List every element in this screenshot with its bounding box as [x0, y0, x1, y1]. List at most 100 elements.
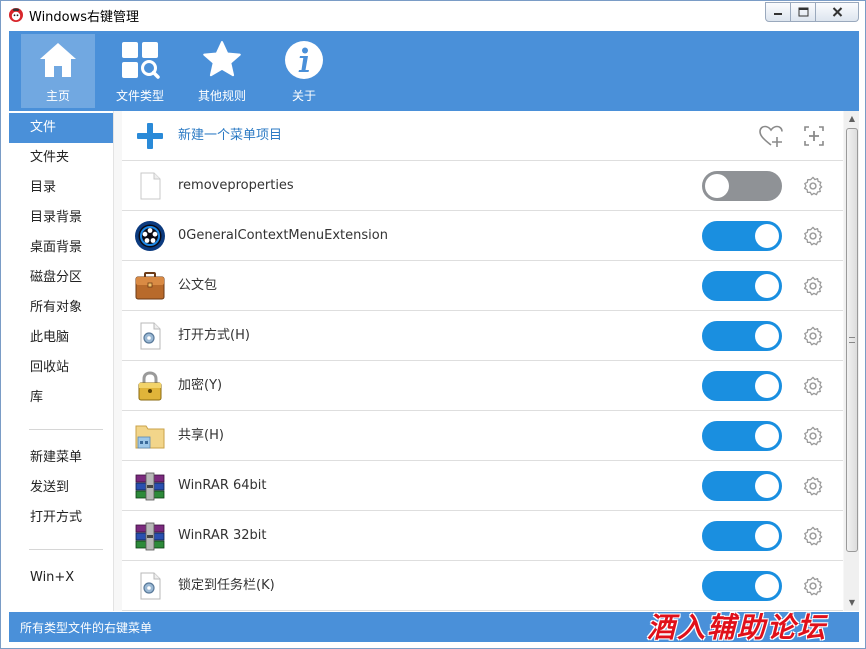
toggle-knob [755, 574, 779, 598]
gear-icon[interactable] [802, 325, 824, 347]
sidebar-item-desktop-background[interactable]: 桌面背景 [9, 233, 113, 263]
gear-icon[interactable] [802, 175, 824, 197]
enable-toggle[interactable] [702, 371, 782, 401]
menu-item-label: 0GeneralContextMenuExtension [178, 228, 388, 243]
enable-toggle[interactable] [702, 221, 782, 251]
sidebar-item-this-pc[interactable]: 此电脑 [9, 323, 113, 353]
scroll-up-arrow-icon[interactable]: ▲ [844, 111, 859, 127]
menu-item-list: 新建一个菜单项目 removeproperties 0GeneralContex… [113, 111, 859, 611]
sidebar-item-folder[interactable]: 文件夹 [9, 143, 113, 173]
enable-toggle[interactable] [702, 521, 782, 551]
settings-file-icon [140, 572, 161, 600]
media-player-icon [135, 221, 165, 251]
menu-item-row: removeproperties [122, 161, 843, 211]
menu-item-label: 加密(Y) [178, 378, 223, 393]
sidebar-item-drive[interactable]: 磁盘分区 [9, 263, 113, 293]
maximize-button[interactable] [791, 2, 816, 22]
minimize-button[interactable] [765, 2, 791, 22]
menu-item-row: 加密(Y) [122, 361, 843, 411]
scrollbar-grip-icon [849, 337, 855, 343]
menu-item-row: 锁定到任务栏(K) [122, 561, 843, 611]
sidebar-item-library[interactable]: 库 [9, 383, 113, 413]
sidebar: 文件 文件夹 目录 目录背景 桌面背景 磁盘分区 所有对象 此电脑 回收站 库 … [9, 111, 113, 611]
enable-toggle[interactable] [702, 271, 782, 301]
sidebar-item-open-with[interactable]: 打开方式 [9, 503, 113, 533]
app-logo-icon [9, 8, 23, 22]
toggle-knob [755, 424, 779, 448]
app-window: Windows右键管理 主页 文件类型 其他规则 关于 文件 文件夹 目录 目录… [0, 0, 866, 649]
enable-toggle[interactable] [702, 171, 782, 201]
toggle-knob [755, 274, 779, 298]
toggle-knob [705, 174, 729, 198]
toolbar-home-button[interactable]: 主页 [21, 34, 95, 108]
sidebar-divider [29, 429, 103, 430]
menu-item-row: 公文包 [122, 261, 843, 311]
menu-item-label: 锁定到任务栏(K) [178, 578, 275, 593]
add-item-icon[interactable] [802, 124, 826, 148]
menu-item-row: WinRAR 64bit [122, 461, 843, 511]
gear-icon[interactable] [802, 275, 824, 297]
toggle-knob [755, 224, 779, 248]
menu-item-row: 0GeneralContextMenuExtension [122, 211, 843, 261]
new-item-label: 新建一个菜单项目 [178, 128, 283, 143]
title-bar[interactable]: Windows右键管理 [1, 1, 865, 30]
winrar-icon [135, 472, 165, 501]
toolbar-rules-label: 其他规则 [197, 89, 246, 103]
padlock-icon [138, 371, 162, 401]
star-icon [203, 41, 241, 77]
forum-watermark: 酒入辅助论坛 [647, 611, 828, 644]
menu-item-label: 打开方式(H) [178, 328, 250, 343]
sidebar-item-directory-background[interactable]: 目录背景 [9, 203, 113, 233]
sidebar-item-recycle-bin[interactable]: 回收站 [9, 353, 113, 383]
toggle-knob [755, 524, 779, 548]
toggle-knob [755, 374, 779, 398]
main-toolbar: 主页 文件类型 其他规则 关于 [9, 31, 859, 111]
toolbar-filetypes-label: 文件类型 [115, 89, 164, 103]
close-icon [832, 7, 842, 17]
toolbar-filetypes-button[interactable]: 文件类型 [103, 34, 177, 108]
toolbar-about-label: 关于 [291, 89, 316, 103]
briefcase-icon [135, 272, 165, 300]
gear-icon[interactable] [802, 225, 824, 247]
sidebar-item-file[interactable]: 文件 [9, 113, 113, 143]
sidebar-item-send-to[interactable]: 发送到 [9, 473, 113, 503]
blank-file-icon [140, 172, 161, 200]
gear-icon[interactable] [802, 575, 824, 597]
toolbar-about-button[interactable]: 关于 [267, 34, 341, 108]
sidebar-item-winx[interactable]: Win+X [9, 563, 113, 593]
sidebar-item-directory[interactable]: 目录 [9, 173, 113, 203]
scrollbar-thumb[interactable] [846, 128, 858, 552]
menu-item-label: 公文包 [178, 278, 218, 293]
window-controls [765, 2, 859, 22]
toggle-knob [755, 324, 779, 348]
enable-toggle[interactable] [702, 321, 782, 351]
menu-item-label: WinRAR 32bit [178, 528, 267, 543]
gear-icon[interactable] [802, 425, 824, 447]
menu-item-row: 共享(H) [122, 411, 843, 461]
vertical-scrollbar[interactable]: ▲ ▼ [844, 111, 859, 611]
info-icon [285, 41, 323, 79]
filetype-search-icon [122, 42, 160, 79]
enable-toggle[interactable] [702, 421, 782, 451]
gear-icon[interactable] [802, 375, 824, 397]
close-button[interactable] [816, 2, 859, 22]
home-icon [40, 43, 76, 77]
share-folder-icon [135, 425, 165, 449]
enable-toggle[interactable] [702, 471, 782, 501]
winrar-icon [135, 522, 165, 551]
gear-icon[interactable] [802, 475, 824, 497]
minimize-icon [774, 13, 782, 15]
toolbar-rules-button[interactable]: 其他规则 [185, 34, 259, 108]
menu-item-label: 共享(H) [178, 428, 224, 443]
enable-toggle[interactable] [702, 571, 782, 601]
toggle-knob [755, 474, 779, 498]
gear-icon[interactable] [802, 525, 824, 547]
menu-item-row: WinRAR 32bit [122, 511, 843, 561]
sidebar-divider [29, 549, 103, 550]
sidebar-item-new-menu[interactable]: 新建菜单 [9, 443, 113, 473]
scroll-down-arrow-icon[interactable]: ▼ [844, 595, 859, 611]
new-item-row[interactable]: 新建一个菜单项目 [122, 111, 843, 161]
window-title: Windows右键管理 [29, 10, 140, 25]
sidebar-item-all-objects[interactable]: 所有对象 [9, 293, 113, 323]
favorite-add-icon[interactable] [758, 123, 784, 149]
